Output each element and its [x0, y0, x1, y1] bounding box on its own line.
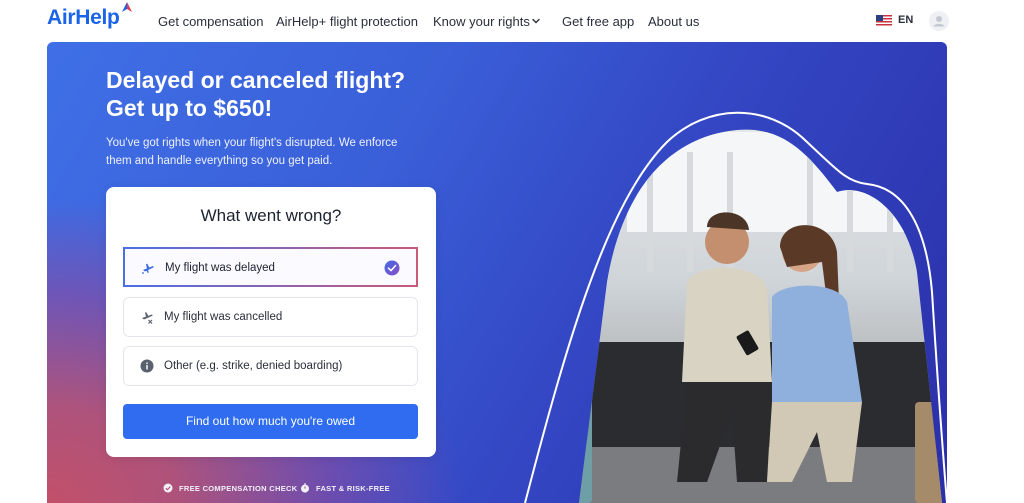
find-out-owed-button[interactable]: Find out how much you're owed — [123, 404, 418, 439]
check-circle-icon — [384, 260, 400, 276]
nav-airhelp-plus[interactable]: AirHelp+ flight protection — [276, 14, 418, 29]
top-navigation: AirHelp Get compensation AirHelp+ flight… — [0, 0, 1024, 42]
stopwatch-icon — [301, 483, 309, 493]
airhelp-logo[interactable]: AirHelp — [47, 6, 120, 30]
us-flag-icon — [876, 14, 892, 26]
hero-subtitle-line-1: You've got rights when your flight's dis… — [106, 137, 398, 149]
feature-free-check: FREE COMPENSATION CHECK — [163, 483, 297, 493]
hero-section: Delayed or canceled flight? Get up to $6… — [47, 42, 947, 503]
nav-get-free-app[interactable]: Get free app — [562, 14, 634, 29]
user-avatar[interactable] — [929, 11, 949, 31]
claim-form-card: What went wrong? My flight was delayed M… — [106, 187, 436, 457]
feature-free-check-label: FREE COMPENSATION CHECK — [179, 483, 298, 493]
option-flight-delayed[interactable]: My flight was delayed — [123, 247, 418, 287]
option-flight-cancelled[interactable]: My flight was cancelled — [123, 297, 418, 337]
nav-know-your-rights[interactable]: Know your rights — [433, 14, 530, 29]
feature-fast-risk-free: FAST & RISK-FREE — [300, 483, 390, 493]
plane-delayed-icon — [142, 263, 154, 274]
hero-subtitle-line-2: them and handle everything so you get pa… — [106, 155, 333, 167]
logo-text: AirHelp — [47, 6, 120, 29]
feature-fast-label: FAST & RISK-FREE — [316, 483, 390, 493]
hero-title-line-1: Delayed or canceled flight? — [106, 67, 406, 93]
hero-subtitle: You've got rights when your flight's dis… — [106, 134, 436, 170]
logo-mark-icon — [122, 2, 132, 12]
nav-about-us[interactable]: About us — [648, 14, 699, 29]
user-icon — [933, 16, 945, 27]
nav-get-compensation[interactable]: Get compensation — [158, 14, 264, 29]
check-circle-icon — [163, 483, 173, 493]
plane-cancelled-icon — [142, 312, 153, 324]
option-delayed-label: My flight was delayed — [165, 262, 275, 274]
chevron-down-icon[interactable] — [531, 16, 541, 26]
hero-title: Delayed or canceled flight? Get up to $6… — [106, 66, 466, 122]
info-icon — [140, 359, 154, 373]
language-label: EN — [898, 14, 914, 26]
option-cancelled-label: My flight was cancelled — [164, 311, 283, 323]
option-other[interactable]: Other (e.g. strike, denied boarding) — [123, 346, 418, 386]
form-title: What went wrong? — [200, 206, 342, 225]
language-selector[interactable]: EN — [876, 14, 913, 26]
hero-title-line-2: Get up to $650! — [106, 95, 273, 121]
option-other-label: Other (e.g. strike, denied boarding) — [164, 360, 343, 372]
